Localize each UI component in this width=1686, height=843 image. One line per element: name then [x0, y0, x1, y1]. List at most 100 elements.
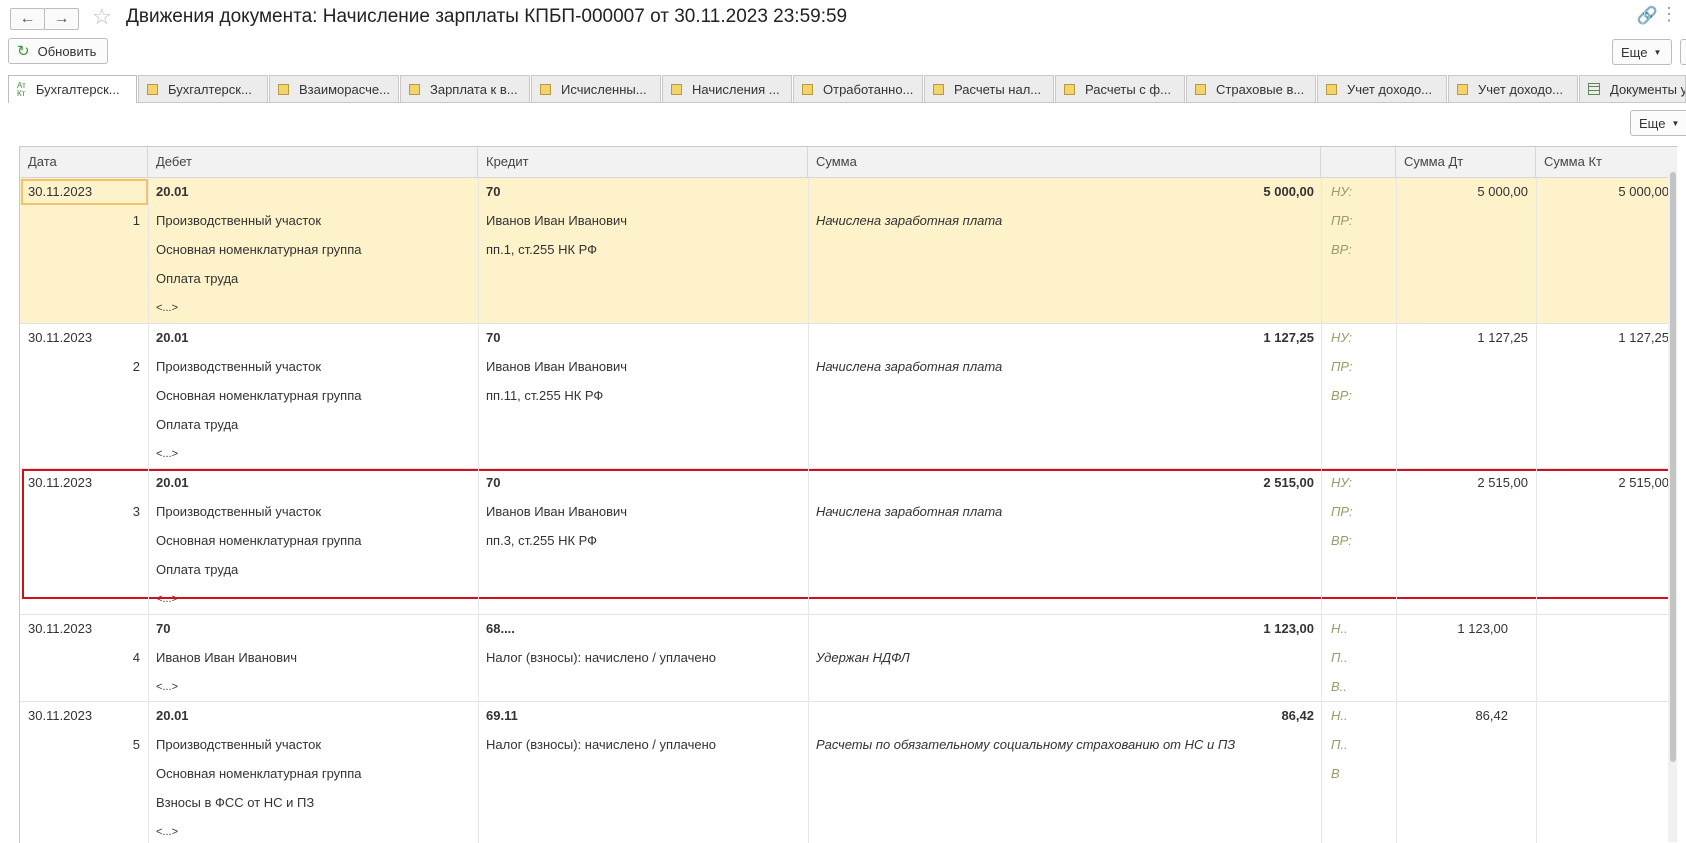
row-sum-dt: 86,42	[1475, 708, 1508, 723]
row-number: 5	[132, 737, 140, 752]
table-row[interactable]: 30.11.2023 4 70 Иванов Иван Иванович <..…	[20, 615, 1677, 701]
tax-vr-label: ВР:	[1331, 388, 1352, 403]
row-date: 30.11.2023	[28, 330, 93, 345]
register-icon	[278, 83, 289, 95]
table-header: Дата Дебет Кредит Сумма Сумма Дт Сумма К…	[20, 147, 1677, 178]
column-divider	[1321, 178, 1322, 843]
debit-more[interactable]: <...>	[156, 824, 178, 840]
register-icon	[1457, 83, 1468, 95]
debit-account: 20.01	[156, 184, 189, 199]
tax-nu-label: Н..	[1331, 708, 1348, 723]
tab-calculated[interactable]: Исчисленны...	[531, 75, 661, 102]
debit-more[interactable]: <...>	[156, 679, 178, 695]
tax-pr-label: П..	[1331, 737, 1348, 752]
register-icon	[147, 83, 158, 95]
debit-subconto-1: Производственный участок	[156, 737, 322, 752]
credit-account: 70	[486, 330, 501, 345]
row-sum-dt: 5 000,00	[1477, 184, 1528, 199]
register-icon	[1195, 83, 1206, 95]
tax-pr-label: ПР:	[1331, 359, 1353, 374]
debit-account: 20.01	[156, 330, 189, 345]
tab-label: Страховые в...	[1216, 81, 1305, 97]
column-divider	[1396, 178, 1397, 843]
tax-vr-label: ВР:	[1331, 242, 1352, 257]
dropdown-arrow-icon: ▼	[1653, 47, 1662, 57]
tab-salary-payable[interactable]: Зарплата к в...	[400, 75, 530, 102]
column-sum-kt[interactable]: Сумма Кт	[1536, 147, 1677, 177]
register-icon	[671, 83, 682, 95]
debit-more[interactable]: <...>	[156, 446, 178, 462]
tab-accruals[interactable]: Начисления ...	[662, 75, 792, 102]
tab-label: Учет доходо...	[1478, 81, 1564, 97]
row-content: Начислена заработная плата	[816, 213, 1003, 228]
register-icon	[540, 83, 551, 95]
column-divider	[1536, 178, 1537, 843]
row-number: 1	[132, 213, 140, 228]
forward-button[interactable]: →	[44, 8, 79, 30]
debit-subconto-1: Иванов Иван Иванович	[156, 650, 298, 665]
tab-insurance[interactable]: Страховые в...	[1186, 75, 1316, 102]
register-icon	[1064, 83, 1075, 95]
favorite-star-icon[interactable]: ☆	[92, 4, 112, 30]
row-sum-kt: 1 127,25	[1618, 330, 1669, 345]
accounting-register-icon: Ат Кт	[17, 80, 26, 98]
tab-accounting-2[interactable]: Бухгалтерск...	[138, 75, 268, 102]
tab-tax-settlements[interactable]: Расчеты нал...	[924, 75, 1054, 102]
credit-account: 68....	[486, 621, 515, 636]
tab-label: Расчеты с ф...	[1085, 81, 1171, 97]
column-tax[interactable]	[1321, 147, 1396, 177]
tab-settlements[interactable]: Взаиморасче...	[269, 75, 399, 102]
tax-nu-label: НУ:	[1331, 184, 1353, 199]
refresh-label: Обновить	[37, 43, 97, 59]
link-icon[interactable]: 🔗	[1637, 6, 1658, 26]
tax-vr-label: В..	[1331, 679, 1347, 694]
tab-accounting-1[interactable]: Ат Кт Бухгалтерск...	[8, 75, 137, 103]
scrollbar-thumb[interactable]	[1670, 172, 1676, 762]
row-amount: 86,42	[1281, 708, 1314, 723]
table-icon	[1588, 83, 1600, 95]
tab-income-2[interactable]: Учет доходо...	[1448, 75, 1578, 102]
debit-subconto-1: Производственный участок	[156, 213, 322, 228]
debit-subconto-2: Основная номенклатурная группа	[156, 388, 362, 403]
tab-documents[interactable]: Документы у	[1579, 75, 1686, 102]
debit-subconto-3: Оплата труда	[156, 417, 239, 432]
row-date: 30.11.2023	[28, 621, 93, 636]
table-row[interactable]: 30.11.2023 5 20.01 Производственный учас…	[20, 702, 1677, 843]
tab-income-1[interactable]: Учет доходо...	[1317, 75, 1447, 102]
more-button[interactable]: Еще ▼	[1612, 39, 1672, 65]
tab-label: Расчеты нал...	[954, 81, 1042, 97]
column-sum-dt[interactable]: Сумма Дт	[1396, 147, 1536, 177]
credit-subconto-2: пп.11, ст.255 НК РФ	[486, 388, 604, 403]
credit-subconto-1: Иванов Иван Иванович	[486, 213, 628, 228]
tab-label: Зарплата к в...	[430, 81, 518, 97]
movements-table: Дата Дебет Кредит Сумма Сумма Дт Сумма К…	[19, 146, 1677, 843]
tab-label: Взаиморасче...	[299, 81, 390, 97]
side-panel-button[interactable]	[1680, 39, 1686, 65]
refresh-button[interactable]: ↻ Обновить	[8, 38, 108, 64]
row-number: 2	[132, 359, 140, 374]
column-divider	[808, 178, 809, 843]
tab-worked-time[interactable]: Отработанно...	[793, 75, 923, 102]
row-sum-dt: 1 123,00	[1457, 621, 1508, 636]
column-date[interactable]: Дата	[20, 147, 148, 177]
row-amount: 1 123,00	[1263, 621, 1314, 636]
arrow-right-icon: →	[53, 10, 70, 27]
tab-label: Учет доходо...	[1347, 81, 1433, 97]
tab-label: Отработанно...	[823, 81, 914, 97]
column-amount[interactable]: Сумма	[808, 147, 1321, 177]
back-button[interactable]: ←	[10, 8, 45, 30]
tab-fund-settlements[interactable]: Расчеты с ф...	[1055, 75, 1185, 102]
debit-more[interactable]: <...>	[156, 300, 178, 316]
credit-subconto-1: Иванов Иван Иванович	[486, 359, 628, 374]
table-more-button[interactable]: Еще ▼	[1630, 110, 1686, 136]
column-debit[interactable]: Дебет	[148, 147, 478, 177]
table-row[interactable]: 30.11.2023 2 20.01 Производственный учас…	[20, 324, 1677, 468]
more-menu-icon[interactable]: ⋮	[1660, 4, 1678, 25]
tab-label: Бухгалтерск...	[168, 81, 252, 97]
column-credit[interactable]: Кредит	[478, 147, 808, 177]
credit-account: 69.11	[486, 708, 518, 723]
row-amount: 1 127,25	[1263, 330, 1314, 345]
debit-account: 20.01	[156, 708, 189, 723]
table-row[interactable]: 30.11.2023 1 20.01 Производственный учас…	[20, 178, 1677, 323]
tax-nu-label: Н..	[1331, 621, 1348, 636]
